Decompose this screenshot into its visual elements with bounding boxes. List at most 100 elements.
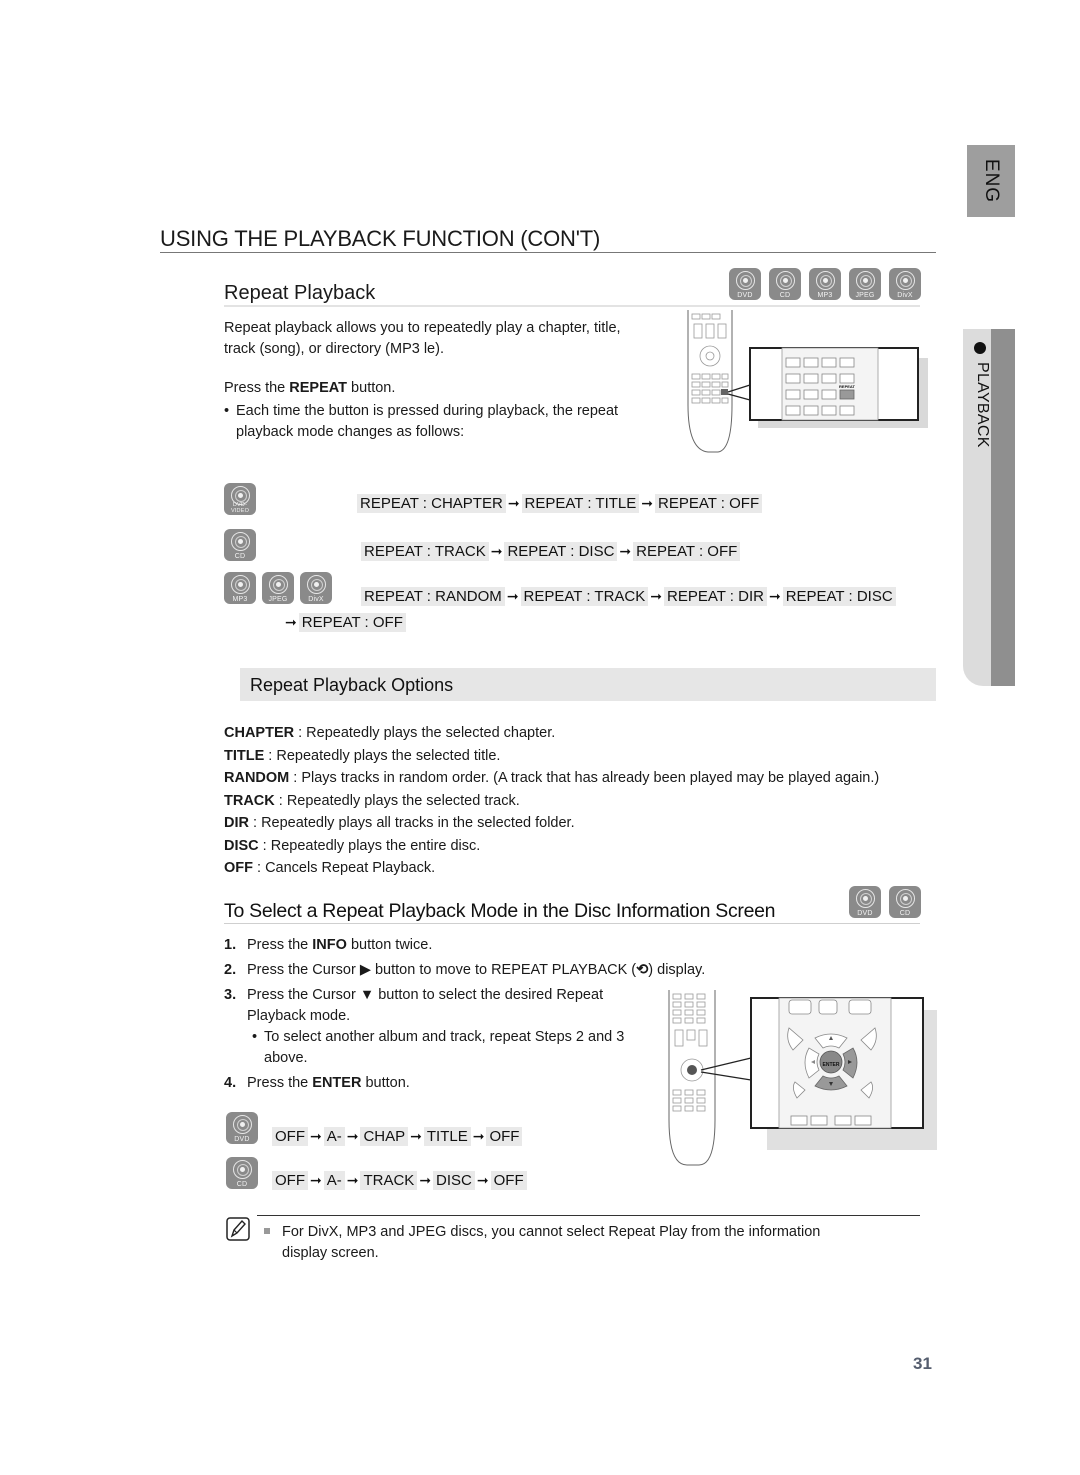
option-item: TRACK : Repeatedly plays the selected tr…: [224, 792, 520, 809]
dvd-disc-icon: DVD: [849, 886, 881, 918]
note-pencil-icon: [226, 1217, 250, 1241]
remote-illustration-enter: ENTER: [665, 990, 940, 1170]
dvd-video-disc-icon: DVD-VIDEO: [224, 483, 256, 515]
arrow-right-icon: ➞: [619, 543, 632, 559]
bullet-note: • Each time the button is pressed during …: [224, 403, 619, 440]
section-divider: [224, 923, 920, 924]
remote-control-icon: ENTER: [668, 990, 937, 1166]
cd-disc-icon: CD: [889, 886, 921, 918]
sequence-step: REPEAT : RANDOM: [361, 587, 505, 606]
section-tab: PLAYBACK: [963, 329, 1015, 686]
disc-type-icons: DVD CD MP3 JPEG DivX: [729, 268, 921, 300]
cd-disc-icon: CD: [769, 268, 801, 300]
press-instruction: Press the REPEAT button.: [224, 380, 396, 396]
repeat-sequence-cd: REPEAT : TRACK ➞ REPEAT : DISC ➞ REPEAT …: [361, 542, 741, 561]
repeat-sequence-mp3-continued: ➞ REPEAT : OFF: [283, 613, 406, 632]
arrow-right-icon: ➞: [310, 1172, 322, 1188]
dvd-disc-icon: DVD: [729, 268, 761, 300]
option-item: TITLE : Repeatedly plays the selected ti…: [224, 747, 501, 764]
section-tab-label: PLAYBACK: [974, 362, 991, 448]
options-heading: Repeat Playback Options: [250, 675, 454, 695]
sequence-step: TITLE: [423, 1127, 471, 1146]
step-item: 2. Press the Cursor ▶ button to move to …: [224, 962, 706, 978]
cd-disc-icon: CD: [224, 529, 256, 561]
intro-line: track (song), or directory (MP3 le).: [224, 341, 444, 357]
arrow-right-icon: ➞: [310, 1128, 322, 1144]
mp3-disc-icon: MP3: [809, 268, 841, 300]
mp3-disc-icon: MP3: [224, 572, 256, 604]
option-item: CHAPTER : Repeatedly plays the selected …: [224, 725, 556, 741]
sequence-step: REPEAT : CHAPTER: [357, 494, 506, 513]
sequence-step: OFF: [272, 1127, 308, 1146]
repeat-button-label: REPEAT: [289, 380, 348, 396]
intro-line: Repeat playback allows you to repeatedly…: [224, 320, 621, 336]
sequence-step: REPEAT : OFF: [298, 613, 406, 632]
arrow-right-icon: ➞: [419, 1172, 432, 1188]
disc-type-icons-info: DVD CD: [849, 886, 921, 918]
title-divider: [160, 252, 936, 253]
sequence-step: REPEAT : OFF: [633, 542, 741, 561]
section-tab-strip: [991, 329, 1015, 686]
repeat-playback-icon: ⟲: [636, 962, 649, 978]
svg-text:REPEAT: REPEAT: [839, 384, 855, 389]
option-item: DISC : Repeatedly plays the entire disc.: [224, 837, 481, 854]
dvd-disc-icon: DVD: [226, 1112, 258, 1144]
option-item: RANDOM : Plays tracks in random order. (…: [224, 770, 880, 786]
intro-text: Repeat playback allows you to repeatedly…: [224, 318, 664, 360]
arrow-right-icon: ➞: [346, 1172, 359, 1188]
sequence-step: REPEAT : OFF: [654, 494, 763, 513]
sequence-step: REPEAT : DIR: [663, 587, 767, 606]
sequence-step: A-: [323, 1127, 345, 1146]
arrow-right-icon: ➞: [476, 1172, 489, 1188]
arrow-right-icon: ➞: [641, 495, 653, 511]
sequence-step: REPEAT : TITLE: [521, 494, 640, 513]
divx-disc-icon: DivX: [889, 268, 921, 300]
options-heading-bar: Repeat Playback Options: [240, 668, 936, 701]
options-list: CHAPTER : Repeatedly plays the selected …: [224, 722, 924, 880]
sequence-step: OFF: [272, 1171, 308, 1190]
arrow-right-icon: ➞: [346, 1128, 359, 1144]
note-bullet-icon: [264, 1228, 270, 1234]
svg-text:ENTER: ENTER: [823, 1062, 840, 1068]
language-tab-label: ENG: [981, 158, 1002, 204]
arrow-right-icon: ➞: [507, 495, 520, 511]
page-title: USING THE PLAYBACK FUNCTION (CON'T): [160, 226, 601, 251]
mp3-jpeg-divx-disc-icons: MP3 JPEG DivX: [224, 572, 332, 604]
repeat-sequence-mp3: REPEAT : RANDOM ➞ REPEAT : TRACK ➞ REPEA…: [361, 587, 896, 606]
sequence-step: REPEAT : TRACK: [361, 542, 489, 561]
arrow-right-icon: ➞: [506, 588, 519, 604]
sequence-step: OFF: [490, 1171, 527, 1190]
section-heading-info-screen: To Select a Repeat Playback Mode in the …: [224, 900, 776, 922]
arrow-right-icon: ➞: [472, 1128, 485, 1144]
arrow-right-icon: ➞: [490, 543, 503, 559]
jpeg-disc-icon: JPEG: [849, 268, 881, 300]
repeat-sequence-dvd: REPEAT : CHAPTER ➞ REPEAT : TITLE ➞ REPE…: [357, 494, 763, 513]
sequence-step: A-: [323, 1171, 345, 1190]
page-number: 31: [913, 1354, 932, 1373]
divx-disc-icon: DivX: [300, 572, 332, 604]
arrow-right-icon: ➞: [410, 1128, 422, 1144]
sequence-step: OFF: [486, 1127, 523, 1146]
section-heading-repeat-playback: Repeat Playback: [224, 282, 376, 304]
note-text: For DivX, MP3 and JPEG discs, you cannot…: [282, 1224, 821, 1261]
sequence-step: CHAP: [360, 1127, 409, 1146]
sequence-step: REPEAT : DISC: [782, 587, 896, 606]
cd-disc-icon: CD: [226, 1157, 258, 1189]
sequence-step: TRACK: [360, 1171, 418, 1190]
note-divider: [257, 1215, 920, 1216]
info-sequence-cd: OFF ➞ A- ➞ TRACK ➞ DISC ➞ OFF: [272, 1171, 527, 1190]
sequence-step: REPEAT : DISC: [504, 542, 618, 561]
remote-control-icon: REPEAT: [687, 310, 928, 453]
bullet-dot-icon: [974, 342, 986, 354]
step-item: 1. Press the INFO button twice.: [224, 937, 433, 953]
language-tab: ENG: [967, 145, 1015, 217]
option-item: OFF : Cancels Repeat Playback.: [224, 860, 436, 876]
section-divider: [224, 305, 920, 307]
info-sequence-dvd: OFF ➞ A- ➞ CHAP ➞ TITLE ➞ OFF: [272, 1127, 523, 1146]
arrow-right-icon: ➞: [650, 588, 662, 604]
jpeg-disc-icon: JPEG: [262, 572, 294, 604]
option-item: DIR : Repeatedly plays all tracks in the…: [224, 815, 575, 831]
arrow-right-icon: ➞: [768, 588, 781, 604]
sequence-step: REPEAT : TRACK: [520, 587, 649, 606]
remote-illustration-repeat: REPEAT: [670, 310, 940, 460]
